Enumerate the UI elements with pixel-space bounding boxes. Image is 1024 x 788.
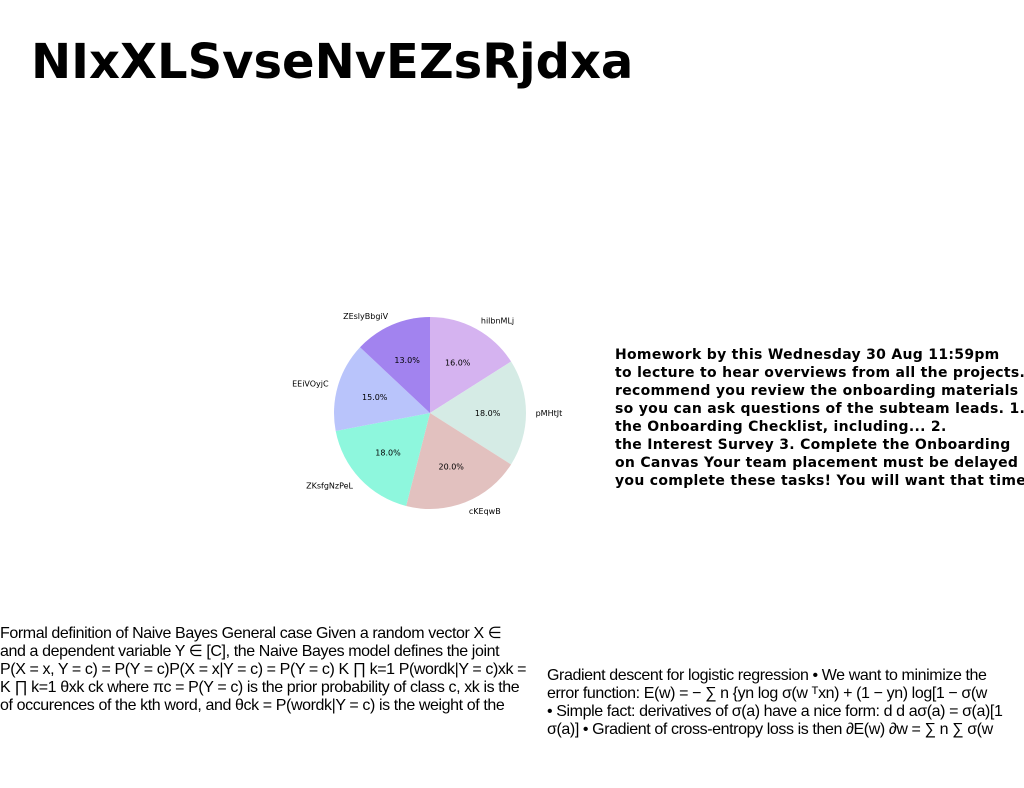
gradient-descent-text: Gradient descent for logistic regression…	[547, 667, 1024, 739]
text-line: Formal definition of Naive Bayes General…	[0, 625, 502, 642]
pie-pct-label: 18.0%	[475, 409, 501, 418]
page-title: NIxXLSvseNvEZsRjdxa	[31, 34, 634, 90]
pie-chart-svg: 16.0% hilbnMLj 18.0% pMHtJt 20.0% cKEqwB 18.0%…	[292, 312, 563, 516]
text-line: and a dependent variable Y ∈ [C], the Na…	[0, 643, 500, 660]
pie-chart: 16.0% hilbnMLj 18.0% pMHtJt 20.0% cKEqwB 18.0%…	[270, 290, 580, 535]
homework-note: Homework by this Wednesday 30 Aug 11:59p…	[615, 346, 1024, 490]
pie-pct-label: 20.0%	[438, 463, 464, 472]
pie-category-label: EEiVOyjC	[292, 380, 329, 389]
note-line: you complete these tasks! You will want …	[615, 473, 1024, 489]
pie-pct-label: 18.0%	[375, 448, 401, 457]
pie-category-label: cKEqwB	[469, 507, 501, 516]
pie-category-label: ZKsfgNzPeL	[306, 481, 353, 490]
text-line: • Simple fact: derivatives of σ(a) have …	[547, 703, 1003, 720]
pie-category-label: ZEslyBbgiV	[343, 312, 389, 321]
pie-pct-label: 16.0%	[445, 359, 471, 368]
text-line: Gradient descent for logistic regression…	[547, 667, 987, 684]
note-line: Homework by this Wednesday 30 Aug 11:59p…	[615, 347, 1000, 363]
pie-pct-label: 15.0%	[362, 393, 388, 402]
note-line: so you can ask questions of the subteam …	[615, 401, 1024, 417]
text-line: error function: E(w) = − ∑ n {yn log σ(w…	[547, 685, 987, 702]
text-line: σ(a)] • Gradient of cross-entropy loss i…	[547, 721, 993, 738]
pie-category-label: pMHtJt	[536, 409, 563, 418]
note-line: on Canvas Your team placement must be de…	[615, 455, 1019, 471]
text-line: of occurences of the kth word, and θck =…	[0, 697, 505, 714]
text-line: K ∏ k=1 θxk ck where πc = P(Y = c) is th…	[0, 679, 520, 696]
pie-category-label: hilbnMLj	[481, 317, 514, 326]
pie-pct-label: 13.0%	[394, 356, 420, 365]
note-line: the Interest Survey 3. Complete the Onbo…	[615, 437, 1011, 453]
note-line: recommend you review the onboarding mate…	[615, 383, 1019, 399]
text-line: P(X = x, Y = c) = P(Y = c)P(X = x|Y = c)…	[0, 661, 527, 678]
note-line: the Onboarding Checklist, including... 2…	[615, 419, 947, 435]
naive-bayes-text: Formal definition of Naive Bayes General…	[0, 625, 545, 715]
note-line: to lecture to hear overviews from all th…	[615, 365, 1024, 381]
